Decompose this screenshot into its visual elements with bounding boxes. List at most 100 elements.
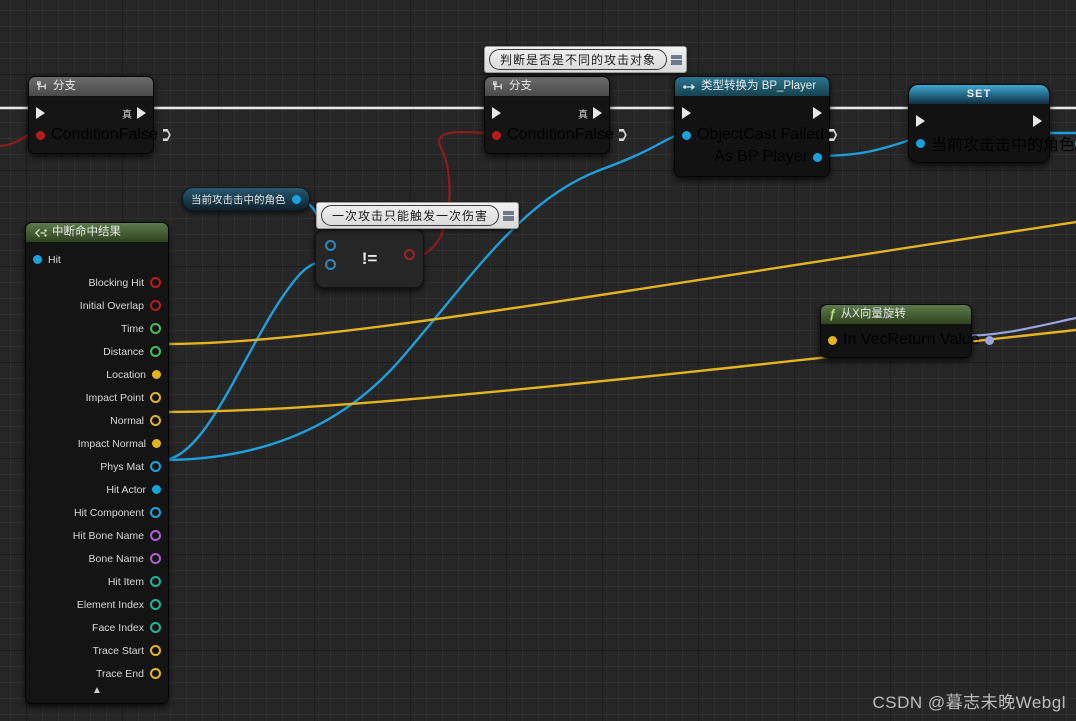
break-hit-output-row: Bone Name [26, 547, 168, 570]
blueprint-graph-canvas[interactable]: 分支 真 Condition False 分支 真 Condition Fals… [0, 0, 1076, 721]
branch-2-exec-false-pin[interactable] [618, 129, 627, 141]
break-hit-output-pin[interactable] [150, 622, 161, 633]
break-hit-output-row: Trace Start [26, 639, 168, 662]
branch-icon [37, 81, 46, 91]
set-exec-row [909, 110, 1049, 132]
node-set-variable[interactable]: SET 当前攻击击中的角色 [908, 84, 1076, 163]
branch-2-title: 分支 [509, 80, 532, 92]
branch-icon [493, 81, 502, 91]
branch-1-exec-false-pin[interactable] [162, 129, 171, 141]
getter-output-pin[interactable] [291, 194, 301, 204]
wire-object-hitactor-cast-object [161, 131, 685, 462]
cast-object-pin[interactable] [682, 130, 691, 140]
break-hit-output-pin[interactable] [152, 439, 161, 448]
branch-1-true-label: 真 [122, 109, 132, 121]
chevron-up-icon[interactable]: ▲ [26, 685, 168, 701]
branch-1-exec-row: 真 [29, 102, 153, 124]
break-hit-output-pin[interactable] [150, 277, 161, 288]
break-hit-output-label: Element Index [76, 598, 144, 611]
break-hit-output-list: Blocking Hit Initial Overlap Time Distance L… [26, 271, 168, 685]
comment-bubble-single-damage[interactable]: 一次攻击只能触发一次伤害 [316, 202, 520, 229]
cast-exec-in-pin[interactable] [682, 107, 691, 119]
branch-1-exec-true-pin[interactable] [137, 107, 146, 119]
break-hit-output-pin[interactable] [150, 323, 161, 334]
rot-from-x-return-pin[interactable] [984, 335, 994, 345]
comment-bubble-attack-target[interactable]: 判断是否是不同的攻击对象 [484, 46, 688, 73]
break-hit-output-pin[interactable] [150, 553, 161, 564]
break-hit-output-pin[interactable] [150, 392, 161, 403]
break-hit-input-label: Hit [48, 253, 61, 266]
set-exec-in-pin[interactable] [916, 115, 925, 127]
break-hit-output-row: Phys Mat [26, 455, 168, 478]
break-hit-output-row: Impact Normal [26, 432, 168, 455]
branch-2-false-label: False [574, 126, 614, 143]
break-hit-output-label: Hit Bone Name [72, 529, 144, 542]
break-hit-output-label: Hit Component [73, 506, 144, 519]
rot-from-x-body: In Vec Return Value [821, 324, 994, 357]
cast-failed-pin[interactable] [829, 129, 838, 141]
branch-2-condition-row: Condition False [485, 124, 627, 146]
break-hit-output-pin[interactable] [150, 507, 161, 518]
node-branch-1[interactable]: 分支 真 Condition False [28, 76, 171, 154]
break-hit-title: 中断命中结果 [52, 226, 121, 238]
break-hit-input-pin[interactable] [33, 255, 42, 264]
break-hit-output-pin[interactable] [150, 300, 161, 311]
cast-exec-out-pin[interactable] [813, 107, 822, 119]
branch-2-condition-pin[interactable] [492, 130, 501, 140]
branch-2-true-label: 真 [578, 109, 588, 121]
rot-from-x-invec-pin[interactable] [828, 335, 837, 345]
node-not-equal[interactable]: != [315, 229, 424, 288]
pin-comment-icon[interactable] [502, 208, 515, 224]
cast-failed-label: Cast Failed [743, 126, 825, 143]
branch-2-exec-in-pin[interactable] [492, 107, 501, 119]
node-getter-current-hit-character[interactable]: 当前攻击击中的角色 [182, 187, 310, 211]
branch-1-condition-pin[interactable] [36, 130, 45, 140]
node-break-hit-result[interactable]: 中断命中结果 Hit Blocking Hit Initial Overlap Ti… [25, 222, 169, 704]
comment-text: 判断是否是不同的攻击对象 [489, 49, 668, 70]
break-hit-output-pin[interactable] [150, 576, 161, 587]
not-equal-input-a-pin[interactable] [325, 240, 336, 251]
break-hit-header: 中断命中结果 [26, 223, 168, 242]
branch-1-exec-in-pin[interactable] [36, 107, 45, 119]
break-hit-output-label: Hit Actor [106, 483, 146, 496]
set-variable-in-pin[interactable] [916, 138, 925, 148]
node-rot-from-x[interactable]: ƒ 从X向量旋转 In Vec Return Value [820, 304, 994, 358]
break-hit-output-pin[interactable] [150, 530, 161, 541]
break-hit-output-row: Trace End [26, 662, 168, 685]
break-hit-output-label: Normal [110, 414, 144, 427]
cast-as-bp-player-pin[interactable] [813, 152, 822, 162]
pin-comment-icon[interactable] [670, 52, 683, 68]
break-hit-output-pin[interactable] [150, 346, 161, 357]
break-hit-output-pin[interactable] [152, 370, 161, 379]
break-hit-input-row: Hit [26, 248, 168, 271]
cast-as-bp-player-label: As BP Player [714, 148, 808, 165]
rot-from-x-return-label: Return Value [887, 331, 980, 348]
set-variable-row: 当前攻击击中的角色 [909, 132, 1076, 154]
set-exec-out-pin[interactable] [1033, 115, 1042, 127]
not-equal-output-pin[interactable] [404, 249, 415, 260]
set-body: 当前攻击击中的角色 [909, 104, 1076, 162]
break-hit-output-label: Phys Mat [100, 460, 144, 473]
break-hit-output-label: Impact Point [85, 391, 144, 404]
break-hit-output-label: Impact Normal [77, 437, 146, 450]
break-hit-output-pin[interactable] [150, 415, 161, 426]
branch-2-exec-true-pin[interactable] [593, 107, 602, 119]
break-hit-output-label: Bone Name [88, 552, 144, 565]
break-hit-output-row: Hit Component [26, 501, 168, 524]
break-hit-output-pin[interactable] [150, 645, 161, 656]
break-hit-output-pin[interactable] [150, 668, 161, 679]
branch-1-body: 真 Condition False [29, 97, 171, 153]
break-hit-output-row: Face Index [26, 616, 168, 639]
break-struct-icon [34, 228, 47, 237]
break-hit-output-row: Hit Item [26, 570, 168, 593]
not-equal-input-b-pin[interactable] [325, 259, 336, 270]
break-hit-output-label: Location [106, 368, 146, 381]
break-hit-output-label: Face Index [92, 621, 144, 634]
node-cast-bp-player[interactable]: 类型转换为 BP_Player Object Cast Failed As BP… [674, 76, 838, 177]
break-hit-output-pin[interactable] [150, 461, 161, 472]
break-hit-output-pin[interactable] [150, 599, 161, 610]
branch-1-condition-label: Condition [51, 126, 119, 143]
break-hit-output-row: Distance [26, 340, 168, 363]
break-hit-output-pin[interactable] [152, 485, 161, 494]
node-branch-2[interactable]: 分支 真 Condition False [484, 76, 627, 154]
